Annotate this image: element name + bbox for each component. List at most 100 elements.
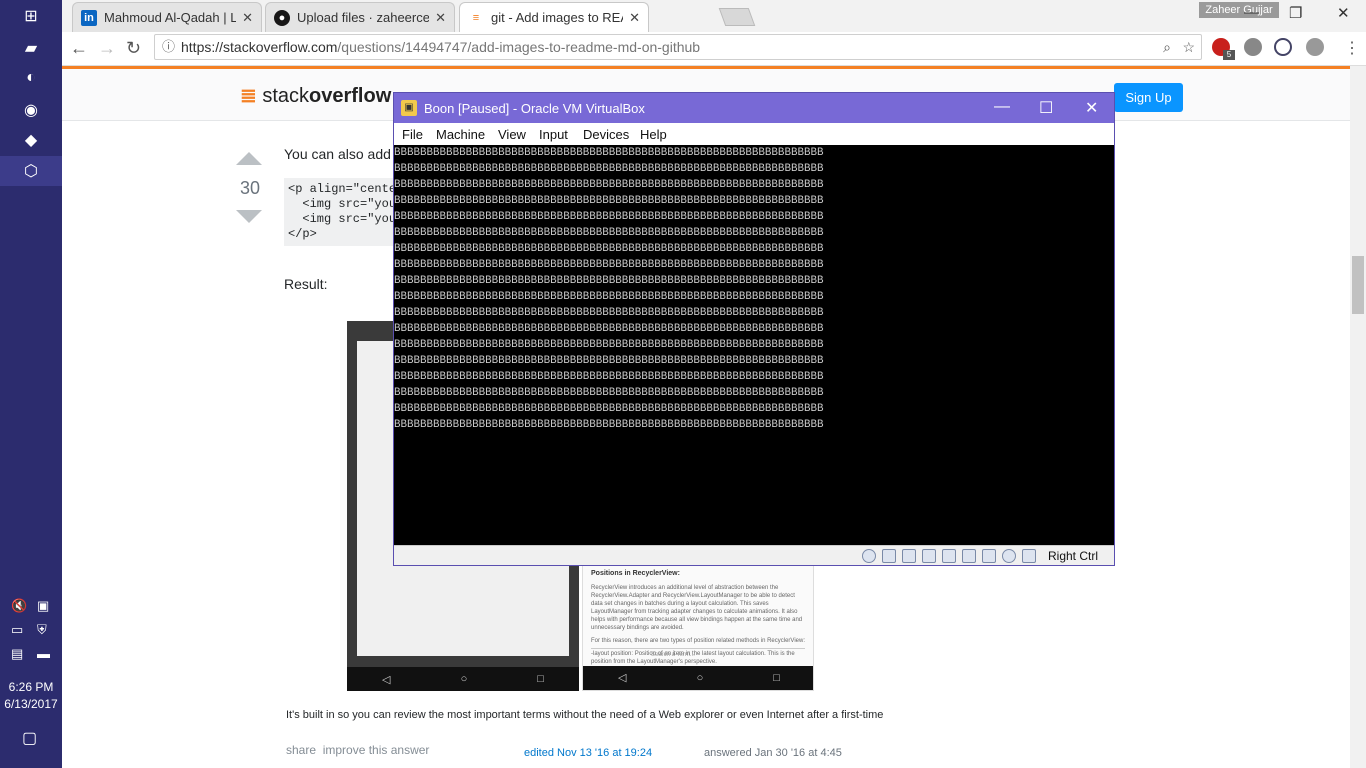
url-host: https://stackoverflow.com bbox=[181, 39, 338, 55]
close-icon[interactable]: ✕ bbox=[435, 10, 446, 26]
vote-count: 30 bbox=[239, 178, 261, 198]
url-path: /questions/14494747/add-images-to-readme… bbox=[337, 39, 701, 55]
tab-linkedin[interactable]: in Mahmoud Al-Qadah | Lin ✕ bbox=[72, 2, 262, 32]
vm-console-text: BBBBBBBBBBBBBBBBBBBBBBBBBBBBBBBBBBBBBBBB… bbox=[394, 147, 824, 431]
code-block: <p align="center <img src="your <img src… bbox=[284, 178, 404, 246]
usb-icon[interactable] bbox=[942, 549, 956, 563]
back-icon[interactable]: ← bbox=[70, 38, 88, 59]
vm-screen[interactable]: BBBBBBBBBBBBBBBBBBBBBBBBBBBBBBBBBBBBBBBB… bbox=[394, 145, 1114, 545]
android-navbar: ◁ ○ □ bbox=[583, 666, 813, 690]
tab-strip: in Mahmoud Al-Qadah | Lin ✕ ● Upload fil… bbox=[62, 0, 1366, 32]
windows-start-icon[interactable]: ⊞ bbox=[0, 1, 62, 31]
edited-info[interactable]: edited Nov 13 '16 at 19:24 bbox=[524, 747, 652, 759]
tab-github[interactable]: ● Upload files · zaheercena ✕ bbox=[265, 2, 455, 32]
logo-text-plain: stack bbox=[262, 85, 310, 107]
answer-intro: You can also add bbox=[284, 146, 391, 162]
eclipse-icon[interactable]: ◐ bbox=[0, 63, 62, 93]
profile-badge[interactable]: Zaheer Gujjar bbox=[1199, 2, 1279, 18]
file-explorer-icon[interactable]: ▰ bbox=[0, 33, 62, 63]
vbox-minimize-icon[interactable]: — bbox=[994, 98, 1010, 116]
close-icon[interactable]: ✕ bbox=[242, 10, 253, 26]
menu-view[interactable]: View bbox=[498, 127, 526, 142]
restore-icon[interactable]: ❐ bbox=[1289, 4, 1302, 22]
close-icon[interactable]: ✕ bbox=[629, 10, 640, 26]
virtualbox-taskbar-icon[interactable]: ⬡ bbox=[0, 156, 62, 186]
screenshot-body-2: For this reason, there are two types of … bbox=[591, 638, 805, 644]
share-links: share improve this answer bbox=[286, 743, 429, 757]
shared-folder-icon[interactable] bbox=[962, 549, 976, 563]
tab-stackoverflow[interactable]: ≡ git - Add images to READ ✕ bbox=[459, 2, 649, 32]
virtualbox-icon: ▣ bbox=[401, 100, 417, 116]
git-icon[interactable]: ◆ bbox=[0, 125, 62, 155]
adblock-badge: 5 bbox=[1223, 50, 1235, 60]
result-screenshot-right: Positions in RecyclerView: RecyclerView … bbox=[582, 561, 814, 691]
network-adapter-icon[interactable] bbox=[922, 549, 936, 563]
clock-date[interactable]: 6/13/2017 bbox=[0, 697, 62, 711]
screenshot-search: Search a Term... bbox=[591, 648, 805, 660]
menu-file[interactable]: File bbox=[402, 127, 423, 142]
result-label: Result: bbox=[284, 276, 328, 292]
signup-button[interactable]: Sign Up bbox=[1114, 83, 1183, 112]
answered-info: answered Jan 30 '16 at 4:45 bbox=[704, 747, 842, 759]
menu-devices[interactable]: Devices bbox=[583, 127, 629, 142]
shield-icon[interactable]: ⛨ bbox=[37, 622, 47, 638]
search-extension-icon[interactable] bbox=[1274, 38, 1292, 56]
chrome-icon[interactable]: ◉ bbox=[0, 95, 62, 125]
zoom-icon[interactable]: ⌕ bbox=[1163, 35, 1171, 59]
answer-footer-text: It's built in so you can review the most… bbox=[286, 709, 884, 721]
extension-icon[interactable] bbox=[1244, 38, 1262, 56]
tab-title: Mahmoud Al-Qadah | Lin bbox=[104, 10, 237, 25]
vbox-titlebar[interactable]: ▣ Boon [Paused] - Oracle VM VirtualBox —… bbox=[394, 93, 1114, 123]
minimize-icon[interactable]: — bbox=[1244, 4, 1259, 21]
downvote-arrow-icon[interactable] bbox=[236, 210, 262, 223]
virtualbox-window[interactable]: ▣ Boon [Paused] - Oracle VM VirtualBox —… bbox=[393, 92, 1115, 566]
forward-icon[interactable]: → bbox=[98, 38, 116, 59]
stackoverflow-logo[interactable]: ≣ stackoverflow bbox=[240, 83, 391, 108]
stackoverflow-logo-icon: ≣ bbox=[240, 85, 257, 107]
taskbar: ⊞ ▰ ◐ ◉ ◆ ⬡ 🔇 ▣ ▭ ⛨ ▤ ▬ 6:26 PM 6/13/201… bbox=[0, 0, 62, 768]
page-scrollbar[interactable] bbox=[1350, 66, 1366, 768]
new-tab-button[interactable] bbox=[718, 8, 756, 26]
upvote-arrow-icon[interactable] bbox=[236, 152, 262, 165]
notifications-icon[interactable]: ▢ bbox=[22, 728, 37, 748]
recording-icon[interactable] bbox=[1002, 549, 1016, 563]
github-icon: ● bbox=[274, 9, 290, 26]
tab-title: Upload files · zaheercena bbox=[297, 10, 429, 25]
close-window-icon[interactable]: ✕ bbox=[1337, 4, 1350, 22]
display-icon[interactable]: ▭ bbox=[11, 622, 23, 638]
hdd-icon[interactable] bbox=[862, 549, 876, 563]
share-link[interactable]: share bbox=[286, 743, 316, 757]
volume-icon[interactable]: 🔇 bbox=[11, 598, 27, 614]
reload-icon[interactable]: ↻ bbox=[126, 38, 141, 59]
display-adapter-icon[interactable] bbox=[982, 549, 996, 563]
vbox-close-icon[interactable]: ✕ bbox=[1085, 98, 1098, 118]
vbox-menubar: File Machine View Input Devices Help bbox=[394, 123, 1114, 145]
address-bar[interactable]: ⓘ https://stackoverflow.com/questions/14… bbox=[154, 34, 1202, 60]
improve-link[interactable]: improve this answer bbox=[323, 743, 430, 757]
vbox-title: Boon [Paused] - Oracle VM VirtualBox bbox=[424, 101, 645, 116]
optical-icon[interactable] bbox=[882, 549, 896, 563]
globe-icon[interactable] bbox=[1306, 38, 1324, 56]
clock-time[interactable]: 6:26 PM bbox=[0, 680, 62, 694]
linkedin-icon: in bbox=[81, 9, 97, 26]
battery-icon[interactable]: ▬ bbox=[37, 646, 50, 661]
vbox-statusbar: Right Ctrl bbox=[394, 545, 1114, 565]
stackoverflow-icon: ≡ bbox=[468, 9, 484, 26]
chrome-menu-icon[interactable]: ⋮ bbox=[1344, 38, 1360, 58]
scrollbar-thumb[interactable] bbox=[1352, 256, 1364, 314]
info-icon[interactable]: ⓘ bbox=[162, 35, 175, 59]
people-icon[interactable]: ▣ bbox=[37, 598, 49, 614]
menu-machine[interactable]: Machine bbox=[436, 127, 485, 142]
logo-text-bold: overflow bbox=[309, 85, 392, 107]
android-navbar: ◁ ○ □ bbox=[347, 667, 579, 691]
menu-help[interactable]: Help bbox=[640, 127, 667, 142]
screenshot-body: RecyclerView introduces an additional le… bbox=[591, 585, 803, 631]
network-icon[interactable]: ▤ bbox=[11, 646, 23, 662]
audio-icon[interactable] bbox=[902, 549, 916, 563]
menu-input[interactable]: Input bbox=[539, 127, 568, 142]
host-key-label: Right Ctrl bbox=[1048, 549, 1099, 563]
bookmark-star-icon[interactable]: ☆ bbox=[1182, 35, 1195, 59]
mouse-integration-icon[interactable] bbox=[1022, 549, 1036, 563]
vbox-maximize-icon[interactable]: ☐ bbox=[1039, 98, 1053, 118]
tab-title: git - Add images to READ bbox=[491, 10, 623, 25]
